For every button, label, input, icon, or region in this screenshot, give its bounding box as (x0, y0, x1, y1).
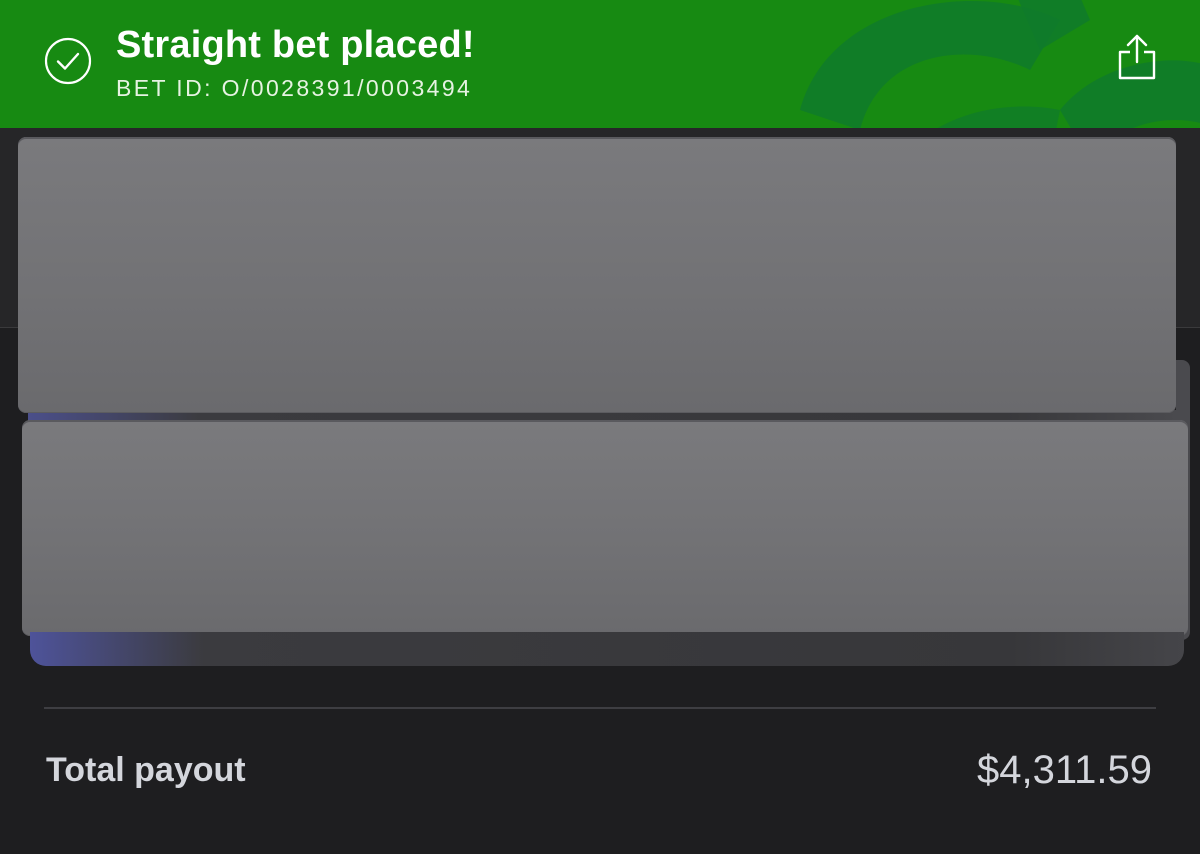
divider (44, 707, 1156, 709)
bet-id: BET ID: O/0028391/0003494 (116, 75, 473, 101)
page-title: Straight bet placed! (116, 24, 475, 66)
bet-confirmation-screen: Straight bet placed! BET ID: O/0028391/0… (0, 0, 1200, 854)
check-circle-icon (44, 37, 92, 85)
redacted-bet-details-bottom (22, 420, 1188, 636)
total-payout-value: $4,311.59 (977, 748, 1152, 792)
bet-placed-banner: Straight bet placed! BET ID: O/0028391/0… (0, 0, 1200, 128)
redacted-bet-details-top (18, 137, 1176, 413)
redaction-shadow (30, 632, 1184, 666)
share-icon[interactable] (1114, 32, 1160, 82)
total-payout-label: Total payout (46, 751, 246, 789)
